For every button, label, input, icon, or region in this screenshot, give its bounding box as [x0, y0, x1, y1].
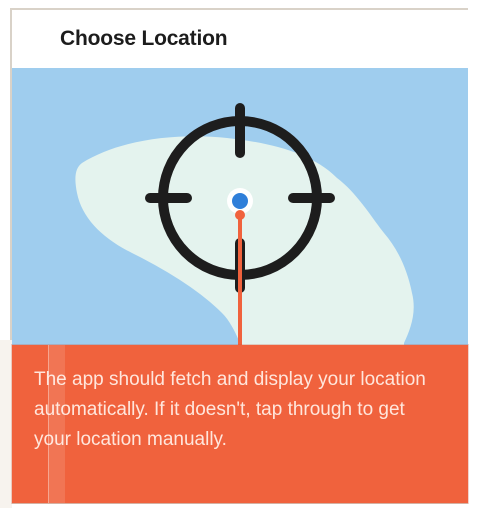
page-title: Choose Location — [60, 27, 228, 50]
left-margin-strip — [0, 340, 12, 508]
text-cursor-bar — [48, 345, 65, 503]
map-canvas — [75, 103, 414, 390]
instruction-callout: The app should fetch and display your lo… — [12, 345, 468, 503]
callout-text: The app should fetch and display your lo… — [34, 369, 426, 450]
app-header: Choose Location — [12, 10, 468, 69]
map-view[interactable] — [12, 68, 468, 390]
